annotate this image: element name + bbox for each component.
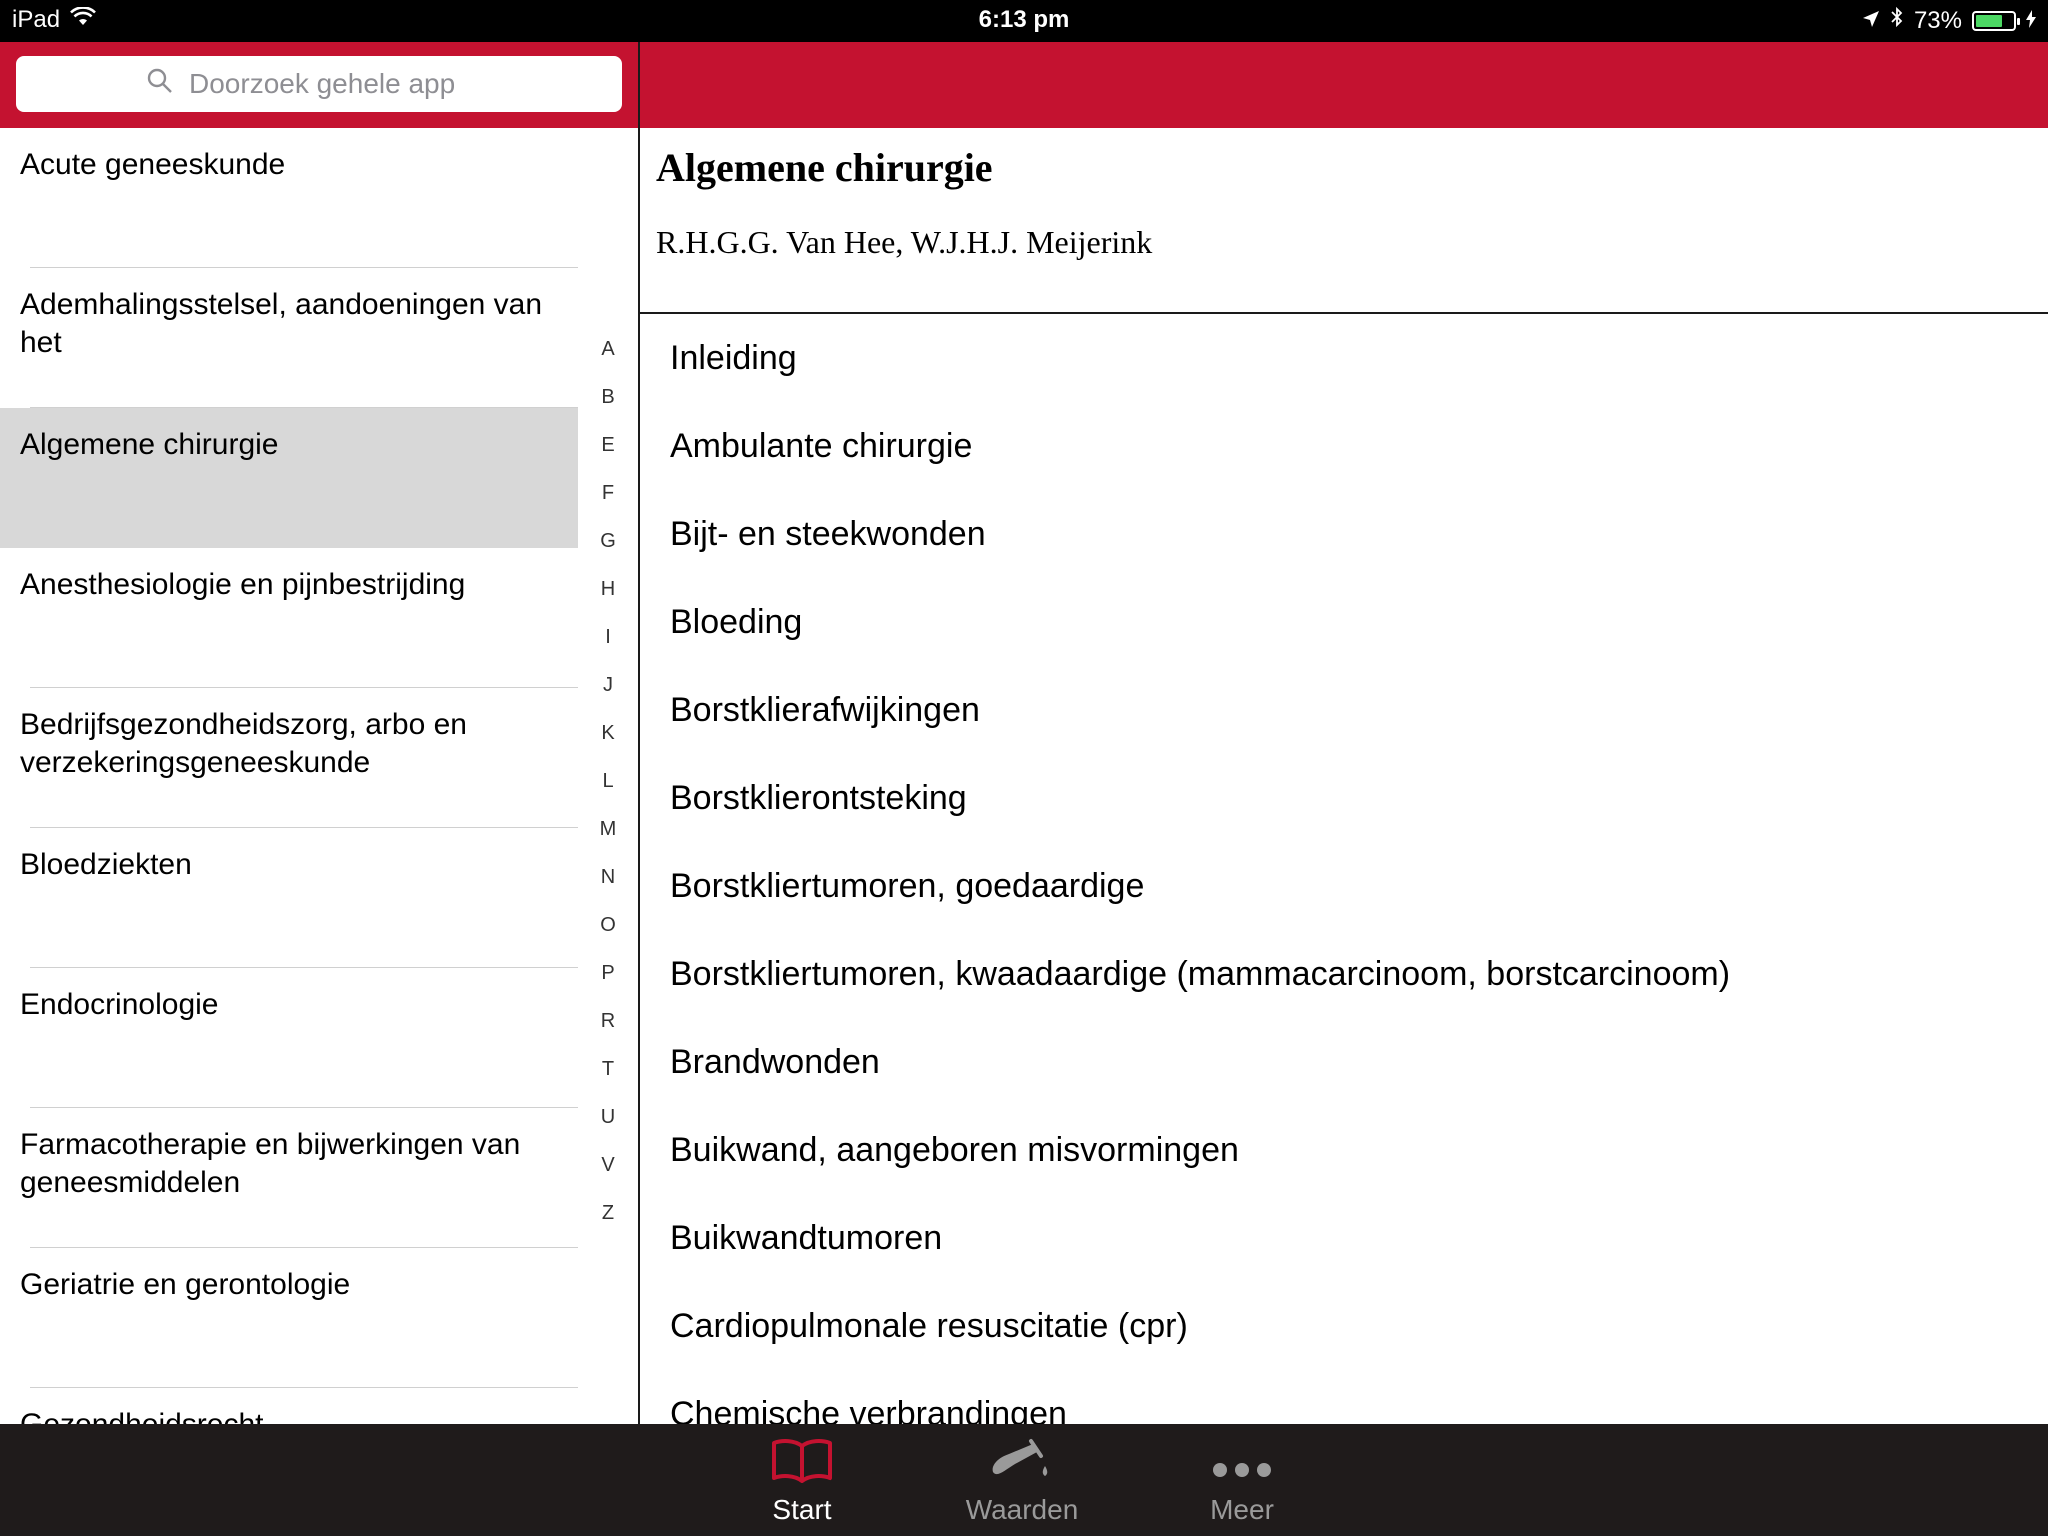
topic-item[interactable]: Borstkliertumoren, goedaardige — [640, 842, 2048, 930]
index-letter[interactable]: Z — [578, 1189, 638, 1237]
list-item-label: Anesthesiologie en pijnbestrijding — [20, 568, 466, 601]
battery-icon — [1972, 10, 2020, 31]
status-bar: iPad 6:13 pm 73% — [0, 0, 2048, 42]
more-dots-icon — [1142, 1424, 1342, 1484]
status-time: 6:13 pm — [978, 6, 1070, 33]
list-item[interactable]: Farmacotherapie en bijwerkingen van gene… — [0, 1108, 578, 1248]
index-letter[interactable]: A — [578, 325, 638, 373]
index-letter[interactable]: V — [578, 1141, 638, 1189]
index-letter[interactable]: M — [578, 805, 638, 853]
topic-item[interactable]: Borstkliertumoren, kwaadaardige (mammaca… — [640, 930, 2048, 1018]
index-letter[interactable]: I — [578, 613, 638, 661]
topic-item[interactable]: Cardiopulmonale resuscitatie (cpr) — [640, 1282, 2048, 1370]
topic-item[interactable]: Ambulante chirurgie — [640, 402, 2048, 490]
topic-item[interactable]: Chemische verbrandingen — [640, 1370, 2048, 1424]
charging-bolt-icon — [2026, 7, 2036, 35]
search-input[interactable] — [187, 67, 491, 101]
battery-percent: 73% — [1913, 6, 1962, 34]
list-item-label: Acute geneeskunde — [20, 148, 286, 181]
list-item[interactable]: Endocrinologie — [0, 968, 578, 1108]
detail-title: Algemene chirurgie — [656, 145, 993, 190]
index-letter[interactable]: T — [578, 1045, 638, 1093]
index-letter[interactable]: U — [578, 1093, 638, 1141]
topic-item[interactable]: Bijt- en steekwonden — [640, 490, 2048, 578]
battery-level — [1976, 14, 2002, 27]
list-item-selected[interactable]: Algemene chirurgie — [0, 408, 578, 548]
index-letter[interactable]: F — [578, 469, 638, 517]
list-item-label: Gezondheidsrecht — [20, 1408, 264, 1424]
list-item-label: Farmacotherapie en bijwerkingen van gene… — [20, 1128, 521, 1199]
search-box[interactable] — [16, 56, 622, 112]
list-item[interactable]: Geriatrie en gerontologie — [0, 1248, 578, 1388]
list-item-label: Bloedziekten — [20, 848, 192, 881]
topic-item[interactable]: Borstklierafwijkingen — [640, 666, 2048, 754]
book-icon — [702, 1424, 902, 1484]
bluetooth-icon — [1890, 6, 1904, 35]
index-letter[interactable]: N — [578, 853, 638, 901]
index-letter[interactable]: H — [578, 565, 638, 613]
index-letter[interactable]: O — [578, 901, 638, 949]
list-item[interactable]: Bedrijfsgezondheidszorg, arbo en verzeke… — [0, 688, 578, 828]
topic-item[interactable]: Inleiding — [640, 314, 2048, 402]
index-letter[interactable]: L — [578, 757, 638, 805]
list-item[interactable]: Acute geneeskunde — [0, 128, 578, 268]
index-letter[interactable]: G — [578, 517, 638, 565]
topic-list: Inleiding Ambulante chirurgie Bijt- en s… — [640, 314, 2048, 1424]
list-item-label: Algemene chirurgie — [20, 428, 279, 461]
index-letter[interactable]: J — [578, 661, 638, 709]
index-letter[interactable]: P — [578, 949, 638, 997]
search-icon — [147, 68, 173, 101]
tab-waarden[interactable]: Waarden — [922, 1424, 1122, 1536]
chapter-list: Acute geneeskunde Ademhalingsstelsel, aa… — [0, 128, 578, 1424]
topic-item[interactable]: Borstklierontsteking — [640, 754, 2048, 842]
index-letter[interactable]: B — [578, 373, 638, 421]
topic-item[interactable]: Buikwandtumoren — [640, 1194, 2048, 1282]
topic-item[interactable]: Bloeding — [640, 578, 2048, 666]
index-letter[interactable]: E — [578, 421, 638, 469]
tab-start[interactable]: Start — [702, 1424, 902, 1536]
list-item-label: Ademhalingsstelsel, aandoeningen van het — [20, 288, 543, 359]
location-arrow-icon — [1862, 7, 1880, 35]
topic-item[interactable]: Buikwand, aangeboren misvormingen — [640, 1106, 2048, 1194]
list-item-label: Geriatrie en gerontologie — [20, 1268, 351, 1301]
list-item[interactable]: Anesthesiologie en pijnbestrijding — [0, 548, 578, 688]
flask-icon — [922, 1424, 1122, 1484]
status-right: 73% — [1862, 6, 2036, 35]
list-item-label: Endocrinologie — [20, 988, 219, 1021]
detail-authors: R.H.G.G. Van Hee, W.J.H.J. Meijerink — [656, 224, 1153, 260]
sidebar-header — [0, 42, 638, 128]
detail-header — [640, 42, 2048, 128]
list-item[interactable]: Ademhalingsstelsel, aandoeningen van het — [0, 268, 578, 408]
tab-label: Start — [772, 1494, 832, 1525]
tab-bar: Start Waarden Meer — [0, 1424, 2048, 1536]
tab-meer[interactable]: Meer — [1142, 1424, 1342, 1536]
tab-label: Waarden — [965, 1494, 1079, 1525]
alphabet-index[interactable]: A B E F G H I J K L M N O P R T U V Z — [578, 325, 638, 1237]
list-item[interactable]: Bloedziekten — [0, 828, 578, 968]
tab-label: Meer — [1210, 1494, 1274, 1525]
topic-item[interactable]: Brandwonden — [640, 1018, 2048, 1106]
list-item[interactable]: Gezondheidsrecht — [0, 1388, 578, 1424]
index-letter[interactable]: R — [578, 997, 638, 1045]
list-item-label: Bedrijfsgezondheidszorg, arbo en verzeke… — [20, 708, 467, 779]
index-letter[interactable]: K — [578, 709, 638, 757]
